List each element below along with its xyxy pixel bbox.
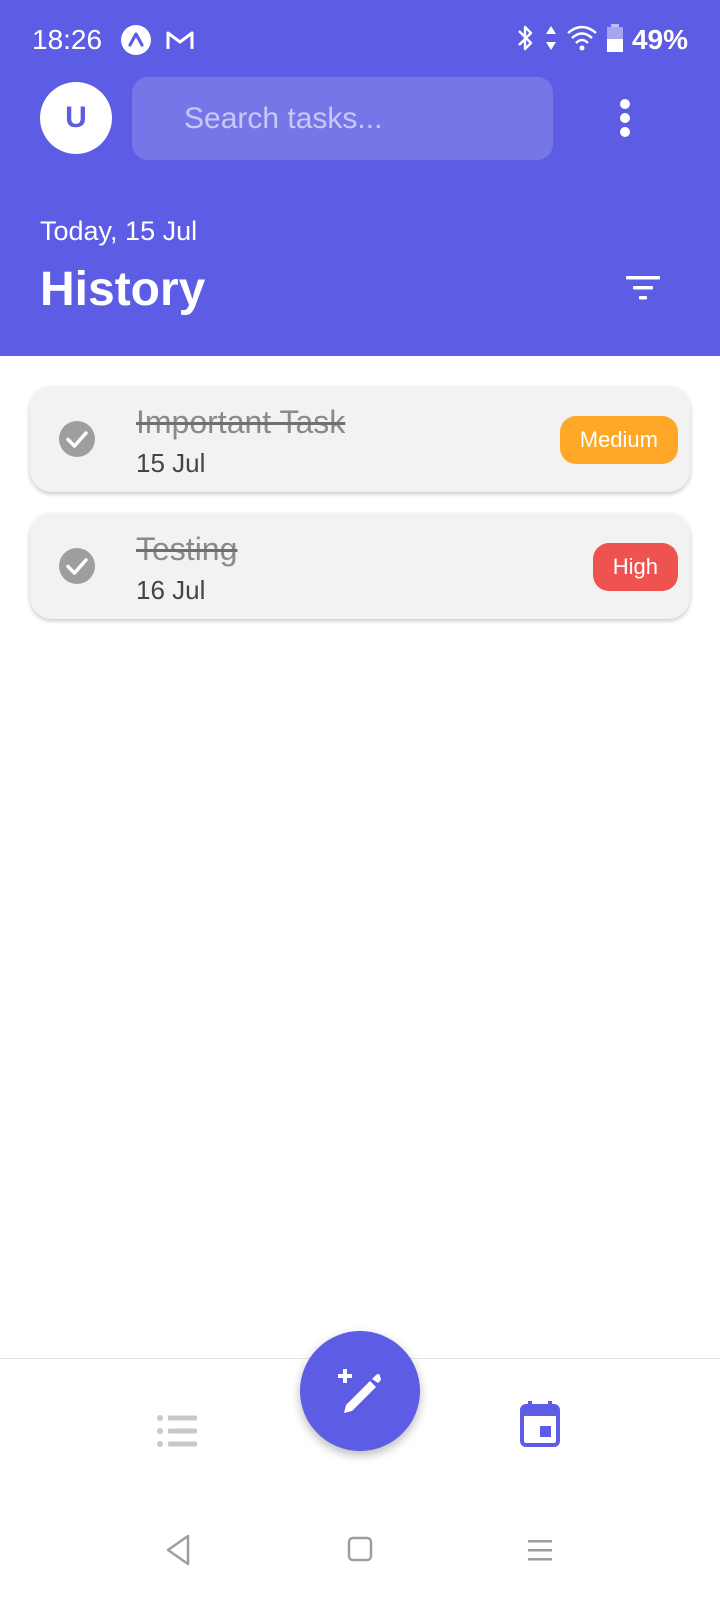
nav-history-button[interactable] — [520, 1401, 560, 1447]
check-circle-icon[interactable] — [58, 547, 96, 585]
search-box[interactable] — [132, 77, 553, 160]
filter-button[interactable] — [618, 266, 668, 310]
avatar-initial: U — [65, 101, 87, 134]
back-icon — [166, 1534, 190, 1566]
back-button[interactable] — [160, 1530, 200, 1570]
data-arrows-icon — [544, 24, 558, 57]
priority-badge: Medium — [559, 416, 678, 464]
wifi-icon — [566, 24, 598, 57]
avatar[interactable]: U — [40, 82, 112, 154]
recents-button[interactable] — [520, 1530, 560, 1570]
status-bar: 18:26 49% — [0, 0, 720, 80]
app-a-icon — [120, 24, 152, 56]
status-time: 18:26 — [32, 24, 103, 55]
priority-badge: High — [592, 543, 678, 591]
nav-tasks-button[interactable] — [156, 1411, 198, 1451]
status-system-icons: 49% — [514, 22, 688, 58]
search-input[interactable] — [184, 101, 524, 136]
gmail-icon — [164, 24, 196, 56]
more-options-button[interactable] — [600, 92, 650, 144]
check-circle-icon[interactable] — [58, 420, 96, 458]
home-button[interactable] — [340, 1530, 380, 1570]
edit-add-icon — [338, 1369, 381, 1413]
app-header: 18:26 49% U Search tasks... Today, 15 Ju… — [0, 0, 720, 356]
task-title: Testing — [136, 531, 238, 567]
task-list: Important Task 15 Jul Medium Testing 16 … — [30, 386, 690, 640]
recents-icon — [528, 1540, 552, 1561]
more-vert-icon — [620, 99, 630, 137]
task-card[interactable]: Important Task 15 Jul Medium — [30, 386, 690, 492]
task-title: Important Task — [136, 404, 346, 440]
list-icon — [157, 1415, 197, 1447]
filter-icon — [626, 276, 660, 300]
home-icon — [347, 1536, 373, 1562]
task-card[interactable]: Testing 16 Jul High — [30, 513, 690, 619]
task-date: 15 Jul — [136, 448, 206, 478]
date-subtitle: Today, 15 Jul — [40, 216, 198, 246]
task-date: 16 Jul — [136, 575, 206, 605]
system-navigation-bar — [0, 1500, 720, 1600]
battery-icon — [606, 23, 624, 58]
calendar-icon — [520, 1401, 560, 1447]
battery-percent: 49% — [631, 24, 688, 55]
bluetooth-icon — [514, 23, 536, 58]
add-task-fab[interactable] — [300, 1331, 420, 1451]
page-title: History — [40, 263, 206, 316]
